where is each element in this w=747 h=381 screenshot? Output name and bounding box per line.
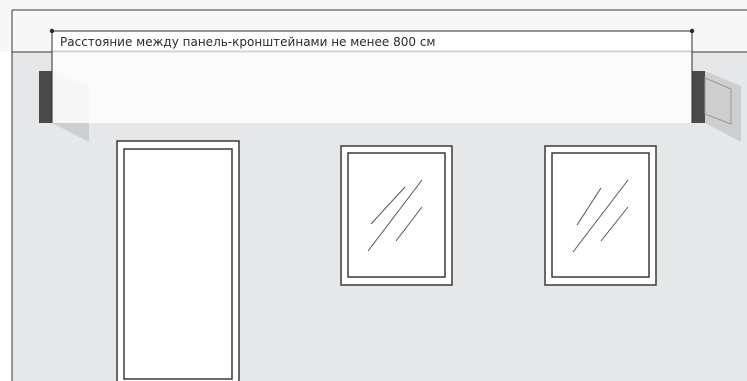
- window-right: [544, 145, 657, 286]
- door: [116, 140, 240, 381]
- distance-label: Расстояние между панель-кронштейнами не …: [60, 35, 435, 49]
- dimension-right-endpoint: [689, 28, 695, 34]
- room-diagram: Расстояние между панель-кронштейнами не …: [0, 0, 747, 381]
- window-left: [340, 145, 453, 286]
- dimension-left-endpoint: [49, 28, 55, 34]
